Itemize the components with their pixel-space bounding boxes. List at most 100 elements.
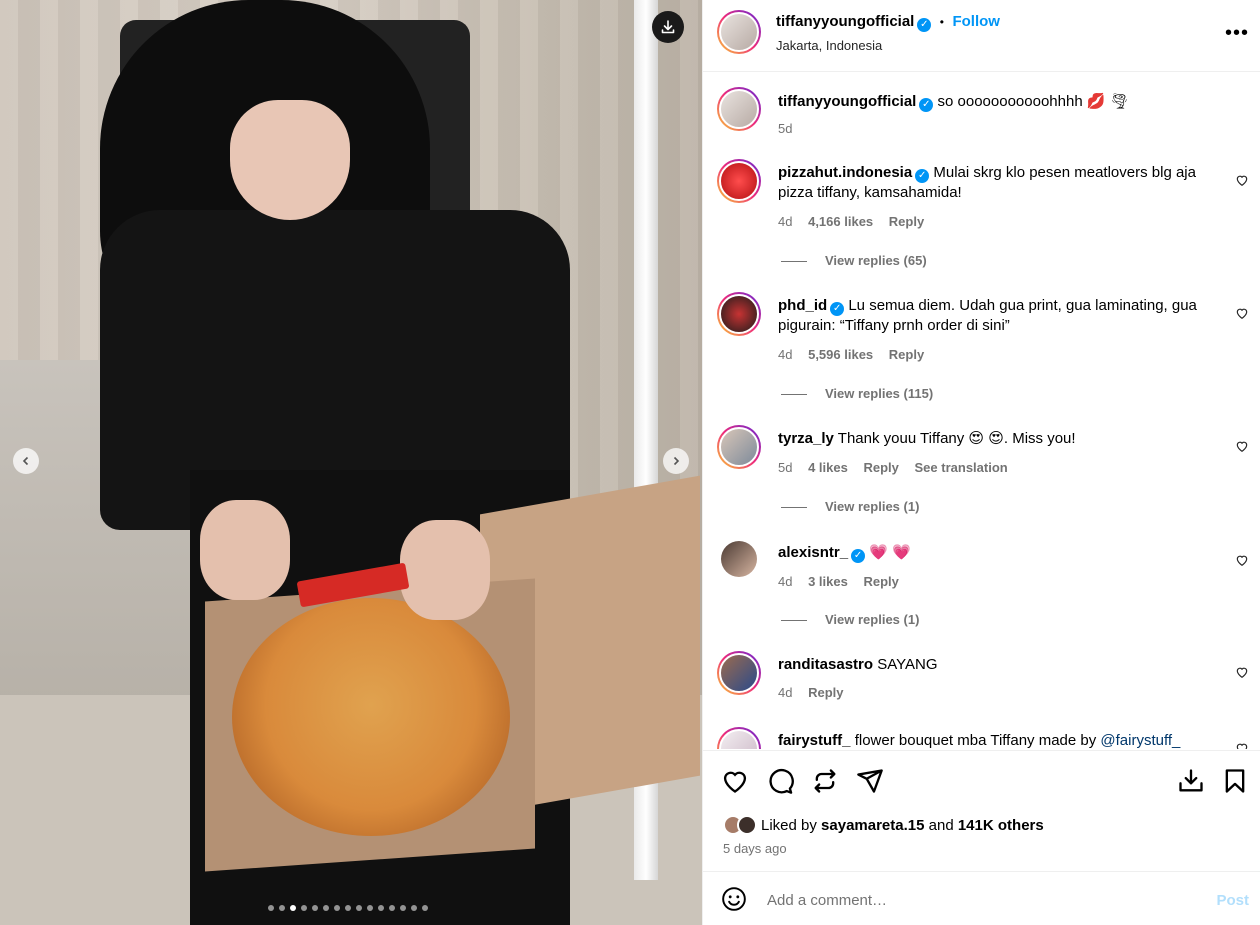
post-actions: Liked by sayamareta.15 and 141K others 5… [703, 750, 1260, 870]
comment-text-row: alexisntr_ ✓ 💗 💗 [778, 543, 1218, 563]
comment-username[interactable]: fairystuff_ [778, 732, 851, 749]
share-paper-plane-icon[interactable] [856, 767, 884, 795]
bookmark-icon[interactable] [1221, 767, 1249, 795]
caption-time: 5d [778, 121, 793, 136]
carousel-dot [356, 905, 362, 911]
caption-meta: 5d [778, 121, 804, 136]
like-comment-heart-icon[interactable] [1235, 306, 1249, 320]
face [230, 100, 350, 220]
follow-button[interactable]: Follow [952, 13, 1000, 30]
carousel-dot [279, 905, 285, 911]
carousel-dot [323, 905, 329, 911]
comment-likes[interactable]: 5,596 likes [808, 347, 873, 362]
liked-by-others[interactable]: 141K others [958, 817, 1044, 834]
comment-meta: 5d 4 likes Reply See translation [778, 460, 1020, 475]
carousel-dot [378, 905, 384, 911]
like-heart-icon[interactable] [721, 767, 749, 795]
liked-by-and: and [928, 816, 954, 834]
more-options-icon[interactable]: ••• [1225, 22, 1249, 45]
carousel-dot [312, 905, 318, 911]
comment-meta: 4d 5,596 likes Reply [778, 347, 936, 362]
like-comment-heart-icon[interactable] [1235, 439, 1249, 453]
post-image[interactable] [0, 0, 702, 925]
download-button[interactable] [652, 11, 684, 43]
post-location[interactable]: Jakarta, Indonesia [776, 38, 1000, 53]
add-comment-bar: Add a comment… Post [703, 871, 1260, 925]
comment-meta: 4d Reply [778, 685, 856, 700]
reply-button[interactable]: Reply [863, 574, 898, 589]
comment-likes[interactable]: 4 likes [808, 460, 848, 475]
comment-text: SAYANG [877, 656, 938, 673]
reply-button[interactable]: Reply [889, 347, 924, 362]
comment-time: 4d [778, 574, 793, 589]
carousel-dot [268, 905, 274, 911]
repost-icon[interactable] [811, 767, 839, 795]
comment-avatar[interactable] [717, 292, 761, 336]
view-replies-button[interactable]: View replies (1) [781, 499, 919, 514]
like-comment-heart-icon[interactable] [1235, 665, 1249, 679]
reply-button[interactable]: Reply [889, 214, 924, 229]
comment-avatar[interactable] [717, 425, 761, 469]
comment-text-row: tyrza_ly Thank youu Tiffany 😍 😍. Miss yo… [778, 429, 1218, 449]
previous-image-button[interactable] [13, 448, 39, 474]
verified-badge-icon: ✓ [915, 169, 930, 183]
verified-badge-icon: ✓ [851, 549, 866, 563]
comment-item: phd_id ✓ Lu semua diem. Udah gua print, g… [703, 292, 1260, 412]
carousel-dot [400, 905, 406, 911]
comment-username[interactable]: alexisntr_ [778, 544, 848, 561]
carousel-dot [290, 905, 296, 911]
carousel-dot [389, 905, 395, 911]
comment-text: 💗 💗 [869, 544, 911, 561]
post-viewer: tiffanyyoungofficial ✓ • Follow Jakarta, … [0, 0, 1260, 925]
carousel-dot [367, 905, 373, 911]
like-comment-heart-icon[interactable] [1235, 741, 1249, 749]
comment-avatar[interactable] [717, 651, 761, 695]
carousel-indicator [268, 905, 428, 911]
view-replies-button[interactable]: View replies (1) [781, 612, 919, 627]
caption-username[interactable]: tiffanyyoungofficial [778, 93, 916, 110]
caption: tiffanyyoungofficial ✓ so ooooooooooohhhh… [703, 87, 1260, 147]
comment-text-row: randitasastro SAYANG [778, 655, 1218, 675]
comments-list: tiffanyyoungofficial ✓ so ooooooooooohhhh… [703, 73, 1260, 749]
likes-summary: Liked by sayamareta.15 and 141K others [723, 815, 1044, 835]
comment-username[interactable]: pizzahut.indonesia [778, 164, 912, 181]
post-details-panel: tiffanyyoungofficial ✓ • Follow Jakarta, … [702, 0, 1260, 925]
comment-username[interactable]: randitasastro [778, 656, 873, 673]
right-hand [400, 520, 490, 620]
next-image-button[interactable] [663, 448, 689, 474]
comment-likes[interactable]: 4,166 likes [808, 214, 873, 229]
like-comment-heart-icon[interactable] [1235, 553, 1249, 567]
caption-avatar[interactable] [717, 87, 761, 131]
comment-text-row: fairystuff_ flower bouquet mba Tiffany m… [778, 731, 1218, 749]
save-to-collection-icon[interactable] [1177, 767, 1205, 795]
reply-button[interactable]: Reply [863, 460, 898, 475]
post-timestamp[interactable]: 5 days ago [723, 841, 787, 856]
comment-text-row: pizzahut.indonesia ✓ Mulai skrg klo pesen… [778, 163, 1218, 203]
author-username[interactable]: tiffanyyoungofficial [776, 13, 914, 30]
comment-time: 4d [778, 347, 793, 362]
liked-by-label: Liked by [761, 816, 817, 834]
comment-bubble-icon[interactable] [766, 767, 794, 795]
comment-username[interactable]: tyrza_ly [778, 430, 834, 447]
comment-input[interactable]: Add a comment… [767, 892, 887, 909]
see-translation-button[interactable]: See translation [915, 460, 1008, 475]
comment-avatar[interactable] [717, 727, 761, 749]
comment-text: Thank youu Tiffany 😍 😍. Miss you! [837, 430, 1076, 447]
comment-username[interactable]: phd_id [778, 297, 827, 314]
comment-avatar[interactable] [721, 541, 757, 577]
comment-mention-link[interactable]: @fairystuff_ [1100, 732, 1180, 749]
comment-item: randitasastro SAYANG 4d Reply [703, 651, 1260, 711]
like-comment-heart-icon[interactable] [1235, 173, 1249, 187]
comment-likes[interactable]: 3 likes [808, 574, 848, 589]
author-avatar[interactable] [717, 10, 761, 54]
emoji-icon[interactable] [721, 886, 747, 912]
view-replies-button[interactable]: View replies (65) [781, 253, 927, 268]
comment-time: 4d [778, 685, 793, 700]
liked-by-user[interactable]: sayamareta.15 [821, 817, 924, 834]
view-replies-button[interactable]: View replies (115) [781, 386, 933, 401]
reply-button[interactable]: Reply [808, 685, 843, 700]
chevron-left-icon [22, 456, 29, 466]
comment-avatar[interactable] [717, 159, 761, 203]
post-comment-button[interactable]: Post [1216, 892, 1249, 909]
comment-meta: 4d 3 likes Reply [778, 574, 911, 589]
